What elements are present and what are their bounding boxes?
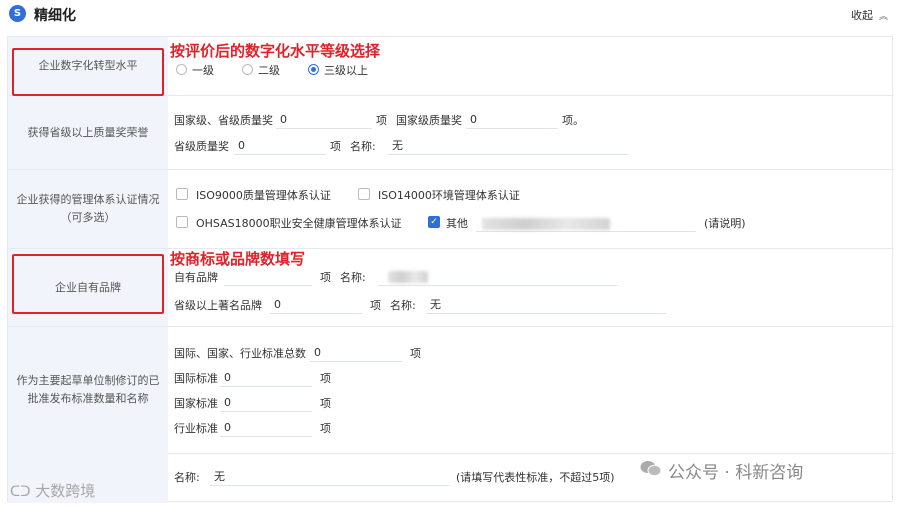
total-standards-input[interactable]: 0 <box>310 344 402 362</box>
intl-standard-label: 国际标准 <box>174 372 218 385</box>
standard-name-label: 名称: <box>174 471 200 484</box>
own-brand-annotation: 按商标或品牌数填写 <box>170 250 306 268</box>
own-brand-count-label: 自有品牌 <box>174 271 218 284</box>
section-logo-icon: S <box>9 5 26 22</box>
provincial-award-unit: 项 <box>330 140 341 153</box>
intl-standard-input[interactable]: 0 <box>220 369 312 387</box>
award-name-input[interactable]: 无 <box>388 137 628 155</box>
own-brand-count-input[interactable] <box>224 268 312 286</box>
check-icon: ✓ <box>430 217 438 227</box>
left-watermark-text: 大数跨境 <box>35 482 96 500</box>
radio-level-2[interactable] <box>242 64 253 75</box>
ohsas-label: OHSAS18000职业安全健康管理体系认证 <box>196 217 402 230</box>
national-provincial-award-label: 国家级、省级质量奖 <box>174 114 273 127</box>
left-watermark: ᑕᑐ 大数跨境 <box>10 480 95 501</box>
industry-standard-input[interactable]: 0 <box>220 419 312 437</box>
radio-level-1-label: 一级 <box>192 64 214 77</box>
radio-level-3[interactable] <box>308 64 319 75</box>
ohsas-checkbox[interactable] <box>176 216 188 228</box>
radio-level-3-label: 三级以上 <box>324 64 368 77</box>
provincial-award-input[interactable]: 0 <box>234 137 326 155</box>
standards-label: 作为主要起草单位制修订的已批准发布标准数量和名称 <box>8 327 168 453</box>
radio-level-2-label: 二级 <box>258 64 280 77</box>
watermark-logo-icon: ᑕᑐ <box>10 484 31 500</box>
collapse-label: 收起 <box>850 9 873 22</box>
provincial-award-label: 省级质量奖 <box>174 140 229 153</box>
national-standard-unit: 项 <box>320 397 331 410</box>
award-name-label: 名称: <box>350 140 376 153</box>
row-management-cert: 企业获得的管理体系认证情况（可多选） ISO9000质量管理体系认证 ISO14… <box>8 170 894 249</box>
wechat-watermark: 公众号 · 科新咨询 <box>668 463 804 483</box>
other-label: 其他 <box>446 217 468 230</box>
industry-standard-unit: 项 <box>320 422 331 435</box>
iso9000-checkbox[interactable] <box>176 188 188 200</box>
national-standard-input[interactable]: 0 <box>220 394 312 412</box>
redacted-text <box>482 218 610 230</box>
radio-level-1[interactable] <box>176 64 187 75</box>
national-award-label: 国家级质量奖 <box>396 114 462 127</box>
national-award-input[interactable]: 0 <box>466 111 558 129</box>
row-quality-award: 获得省级以上质量奖荣誉 国家级、省级质量奖 0 项 国家级质量奖 0 项。 省级… <box>8 96 894 170</box>
total-standards-label: 国际、国家、行业标准总数 <box>174 347 306 360</box>
iso9000-label: ISO9000质量管理体系认证 <box>196 189 331 202</box>
national-provincial-award-input[interactable]: 0 <box>276 111 372 129</box>
famous-brand-name-label: 名称: <box>390 299 416 312</box>
digital-level-highlight <box>12 48 164 96</box>
other-checkbox[interactable]: ✓ <box>428 216 440 228</box>
national-standard-label: 国家标准 <box>174 397 218 410</box>
management-cert-label: 企业获得的管理体系认证情况（可多选） <box>8 170 168 248</box>
national-award-unit: 项。 <box>562 114 584 127</box>
standard-name-input[interactable]: 无 <box>210 468 450 486</box>
chevron-up-icon: ︽ <box>878 12 888 22</box>
wechat-icon <box>640 461 662 477</box>
famous-brand-input[interactable]: 0 <box>270 296 362 314</box>
other-note: (请说明) <box>704 217 746 230</box>
section-title: 精细化 <box>34 8 76 24</box>
total-standards-unit: 项 <box>410 347 421 360</box>
iso14000-checkbox[interactable] <box>358 188 370 200</box>
redacted-brand-name <box>388 271 428 283</box>
famous-brand-label: 省级以上著名品牌 <box>174 299 262 312</box>
standard-name-hint: (请填写代表性标准，不超过5项) <box>456 471 615 484</box>
own-brand-count-unit: 项 <box>320 271 331 284</box>
intl-standard-unit: 项 <box>320 372 331 385</box>
standards-divider <box>168 453 894 454</box>
famous-brand-unit: 项 <box>370 299 381 312</box>
industry-standard-label: 行业标准 <box>174 422 218 435</box>
digital-level-annotation: 按评价后的数字化水平等级选择 <box>170 42 381 60</box>
section-header: S 精细化 收起 ︽ <box>0 0 900 28</box>
own-brand-name-label: 名称: <box>340 271 366 284</box>
famous-brand-name-input[interactable]: 无 <box>426 296 666 314</box>
quality-award-label: 获得省级以上质量奖荣誉 <box>8 96 168 169</box>
national-provincial-award-unit: 项 <box>376 114 387 127</box>
iso14000-label: ISO14000环境管理体系认证 <box>378 189 520 202</box>
own-brand-highlight <box>12 254 164 314</box>
collapse-button[interactable]: 收起 ︽ <box>851 7 888 23</box>
